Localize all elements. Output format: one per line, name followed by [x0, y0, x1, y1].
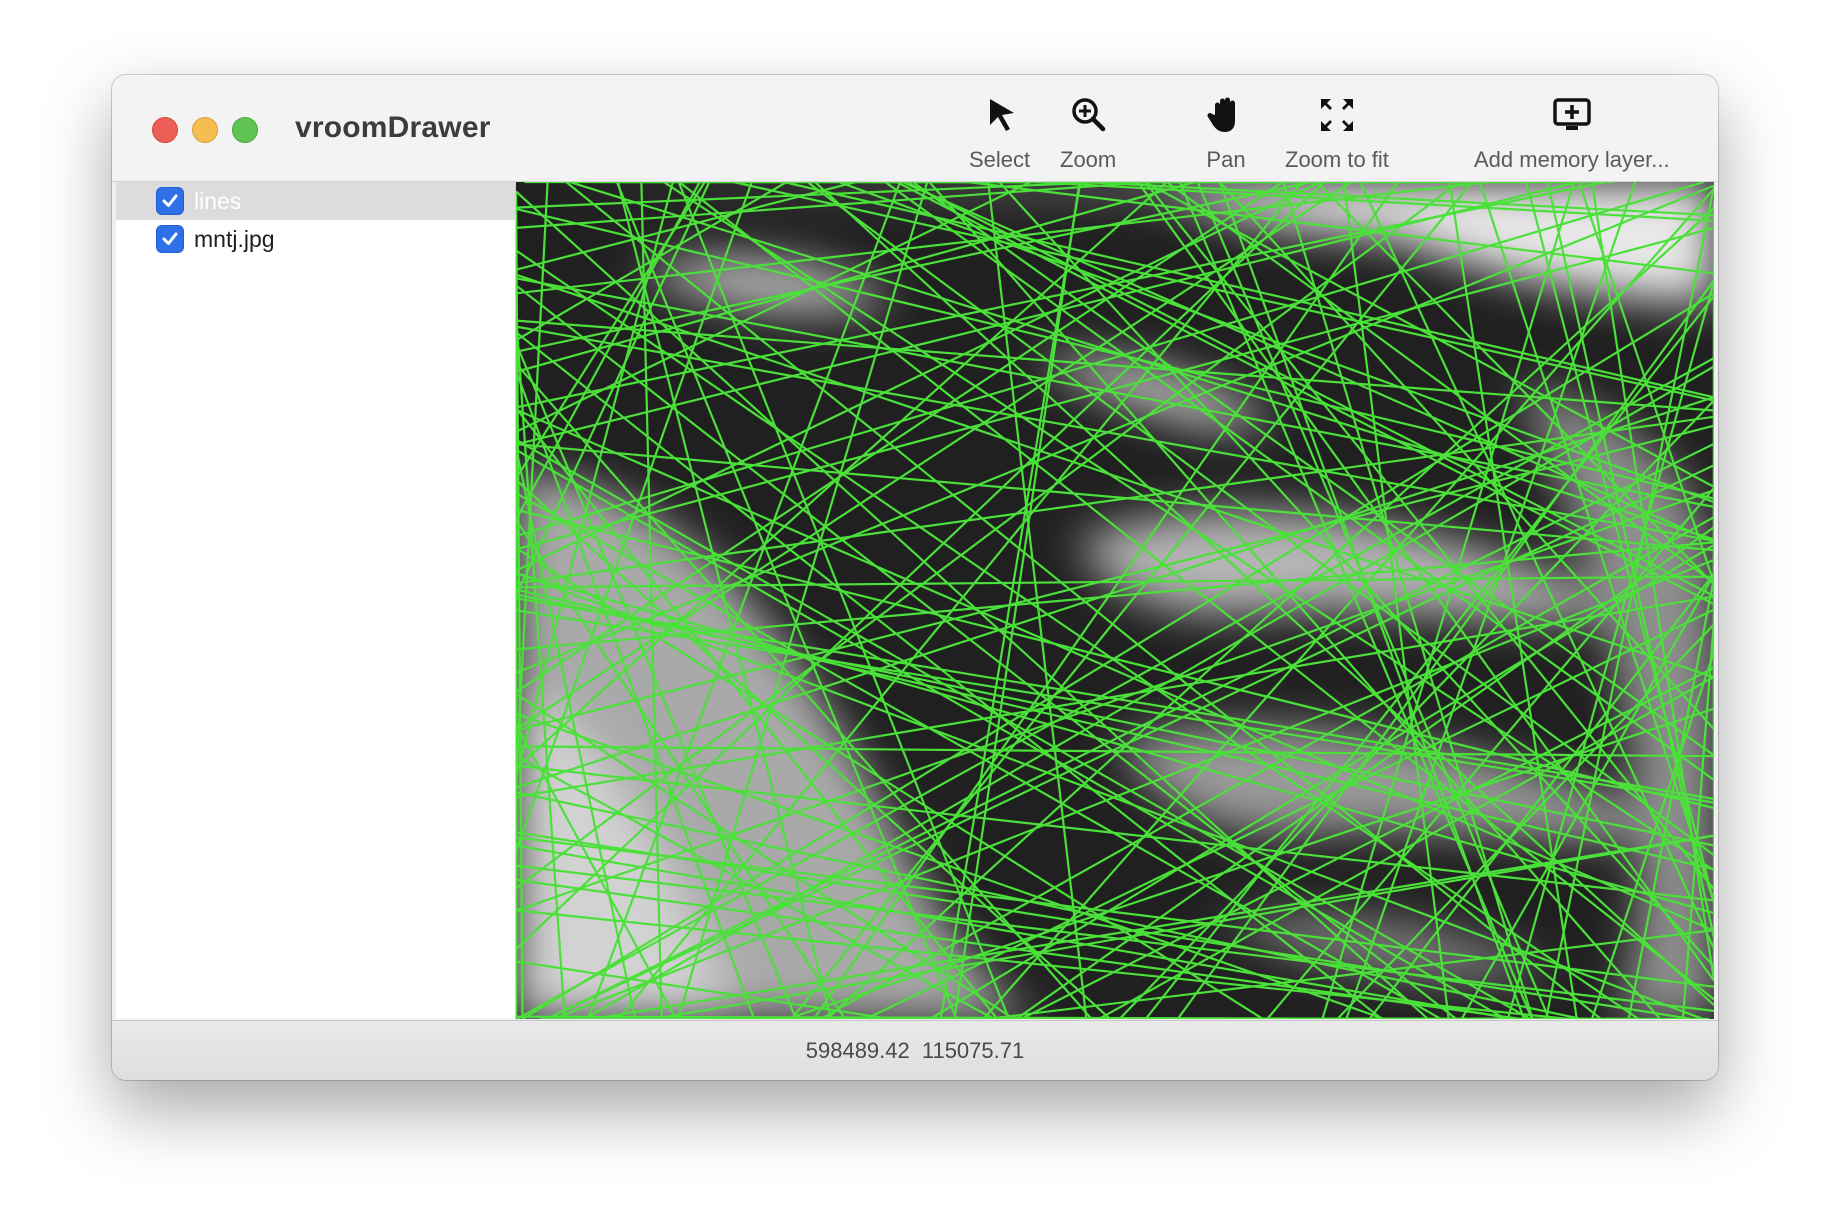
- zoom-to-fit-button[interactable]: Zoom to fit: [1285, 95, 1389, 175]
- zoom-magnifier-icon: [1072, 98, 1106, 132]
- zoom-to-fit-label: Zoom to fit: [1285, 147, 1389, 172]
- layer-label: lines: [194, 187, 242, 214]
- checkmark-icon: [162, 232, 178, 245]
- minimize-window-button[interactable]: [192, 117, 218, 143]
- titlebar: vroomDrawer Select Zoom Pan Zoom to fit …: [112, 75, 1718, 182]
- zoom-tool-button[interactable]: Zoom: [1060, 95, 1116, 175]
- close-window-button[interactable]: [152, 117, 178, 143]
- arrow-cursor-icon: [989, 99, 1014, 131]
- checkmark-icon: [162, 194, 178, 207]
- app-window: vroomDrawer Select Zoom Pan Zoom to fit …: [112, 75, 1718, 1080]
- pan-tool-button[interactable]: Pan: [1206, 95, 1246, 175]
- add-memory-layer-label: Add memory layer...: [1474, 147, 1670, 172]
- layer-visibility-checkbox[interactable]: [156, 187, 184, 215]
- layer-item-mntj[interactable]: mntj.jpg: [116, 220, 515, 258]
- layer-label: mntj.jpg: [194, 225, 275, 252]
- layers-panel: lines mntj.jpg: [116, 182, 516, 1019]
- select-tool-button[interactable]: Select: [969, 95, 1030, 175]
- maximize-window-button[interactable]: [232, 117, 258, 143]
- add-memory-layer-button[interactable]: Add memory layer...: [1474, 95, 1670, 175]
- window-title: vroomDrawer: [295, 111, 491, 144]
- map-canvas[interactable]: [516, 182, 1714, 1019]
- expand-arrows-icon: [1320, 99, 1353, 131]
- select-tool-label: Select: [969, 147, 1031, 172]
- zoom-tool-label: Zoom: [1060, 147, 1117, 172]
- pan-tool-label: Pan: [1206, 147, 1246, 172]
- layer-visibility-checkbox[interactable]: [156, 225, 184, 253]
- add-display-icon: [1553, 98, 1591, 130]
- layer-item-lines[interactable]: lines: [116, 182, 515, 220]
- cursor-coordinates: 598489.42 115075.71: [805, 1038, 1025, 1063]
- hand-icon: [1207, 97, 1235, 132]
- status-bar: 598489.42 115075.71: [112, 1020, 1718, 1080]
- map-rendering: [516, 182, 1714, 1019]
